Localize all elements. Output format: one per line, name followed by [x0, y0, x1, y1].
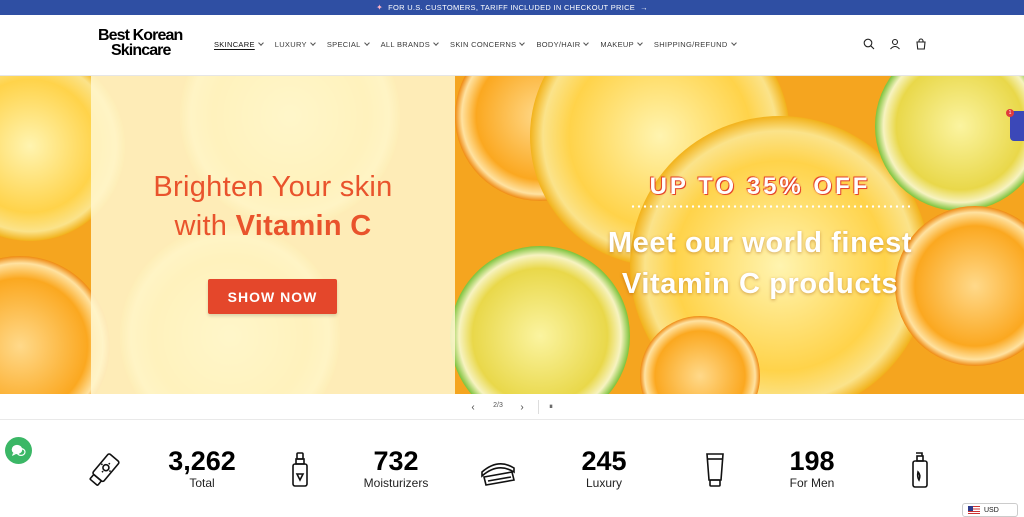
- nav-item-shipping-refund[interactable]: SHIPPING/REFUND: [654, 40, 737, 49]
- stat-moisturizers[interactable]: 732 Moisturizers: [346, 446, 446, 490]
- nav-item-luxury[interactable]: LUXURY: [275, 40, 316, 49]
- cream-jar-icon: [481, 463, 515, 486]
- hero-tagline-line-1: Meet our world finest: [607, 227, 913, 259]
- stat-total[interactable]: 3,262 Total: [152, 446, 252, 490]
- sunscreen-tube-icon: [89, 453, 120, 486]
- chevron-down-icon: [730, 40, 737, 46]
- logo-line-2: Skincare: [111, 42, 171, 59]
- cleanser-tube-icon: [706, 453, 724, 487]
- nav-item-special[interactable]: SPECIAL: [327, 40, 370, 49]
- hero-headline-line-1: Brighten Your skin: [153, 171, 393, 203]
- nav-item-body-hair[interactable]: BODY/HAIR: [536, 40, 590, 49]
- divider: [538, 400, 539, 414]
- cart-icon[interactable]: [914, 37, 928, 51]
- announcement-bar[interactable]: ✦ FOR U.S. CUSTOMERS, TARIFF INCLUDED IN…: [0, 0, 1024, 15]
- currency-code: USD: [984, 506, 999, 514]
- stat-number: 198: [789, 446, 835, 476]
- chevron-down-icon: [363, 40, 370, 46]
- us-flag-icon: [968, 506, 980, 514]
- chevron-right-icon[interactable]: ›: [516, 400, 528, 414]
- nav-item-makeup[interactable]: MAKEUP: [600, 40, 643, 49]
- show-now-button[interactable]: SHOW NOW: [208, 279, 337, 314]
- hero-headline: Brighten Your skin with Vitamin C: [91, 168, 455, 246]
- logo[interactable]: Best Korean Skincare: [98, 28, 198, 59]
- chevron-down-icon: [257, 40, 264, 46]
- arrow-right-icon: →: [640, 3, 648, 12]
- dotted-divider: [630, 205, 910, 208]
- hero-headline-bold: Vitamin C: [235, 210, 372, 242]
- search-icon[interactable]: [862, 37, 876, 51]
- chat-button[interactable]: [5, 437, 32, 464]
- stat-for-men[interactable]: 198 For Men: [762, 446, 862, 490]
- hero-headline-line-2: with Vitamin C: [91, 207, 455, 246]
- hero-banner[interactable]: Brighten Your skin with Vitamin C SHOW N…: [0, 76, 1024, 394]
- chevron-down-icon: [637, 40, 643, 46]
- stat-label: For Men: [789, 476, 835, 490]
- chat-icon: [11, 444, 26, 457]
- stat-number: 3,262: [168, 446, 236, 476]
- sparkle-icon: ✦: [376, 3, 384, 12]
- chevron-down-icon: [310, 40, 316, 46]
- nav-item-skincare[interactable]: SKINCARE: [214, 40, 264, 49]
- site-header: Best Korean Skincare SKINCARE LUXURY SPE…: [0, 15, 1024, 76]
- stat-label: Total: [189, 476, 215, 490]
- main-nav: SKINCARE LUXURY SPECIAL ALL BRANDS SKIN …: [214, 40, 737, 49]
- stat-number: 732: [373, 446, 419, 476]
- chevron-left-icon[interactable]: ‹: [467, 400, 479, 414]
- chevron-down-icon: [433, 40, 439, 46]
- pump-bottle-icon: [912, 452, 928, 488]
- notification-badge: 1: [1006, 109, 1014, 117]
- stat-label: Luxury: [585, 476, 623, 490]
- currency-selector[interactable]: USD: [962, 503, 1018, 517]
- announcement-text: FOR U.S. CUSTOMERS, TARIFF INCLUDED IN C…: [388, 3, 636, 12]
- stat-number: 245: [581, 446, 627, 476]
- nav-item-skin-concerns[interactable]: SKIN CONCERNS: [450, 40, 526, 49]
- slideshow-controls: ‹ 2/3 › ⏸: [0, 394, 1024, 420]
- pause-icon[interactable]: ⏸: [545, 400, 557, 414]
- hero-tagline-line-2: Vitamin C products: [621, 268, 899, 300]
- product-stats: 3,262 Total 732 Moisturizers 245 Luxury: [0, 420, 1024, 514]
- stat-luxury[interactable]: 245 Luxury: [554, 446, 654, 490]
- chevron-down-icon: [519, 40, 526, 46]
- header-icons: [862, 37, 928, 51]
- hero-tagline: Meet our world finest Vitamin C products: [560, 223, 960, 305]
- serum-bottle-icon: [292, 452, 308, 487]
- chevron-down-icon: [583, 40, 590, 46]
- account-icon[interactable]: [888, 37, 902, 51]
- hero-headline-prefix: with: [174, 210, 236, 242]
- promo-text: UP TO 35% OFF: [649, 173, 871, 200]
- stat-label: Moisturizers: [363, 476, 429, 490]
- slide-counter: 2/3: [493, 402, 503, 409]
- nav-item-all-brands[interactable]: ALL BRANDS: [381, 40, 439, 49]
